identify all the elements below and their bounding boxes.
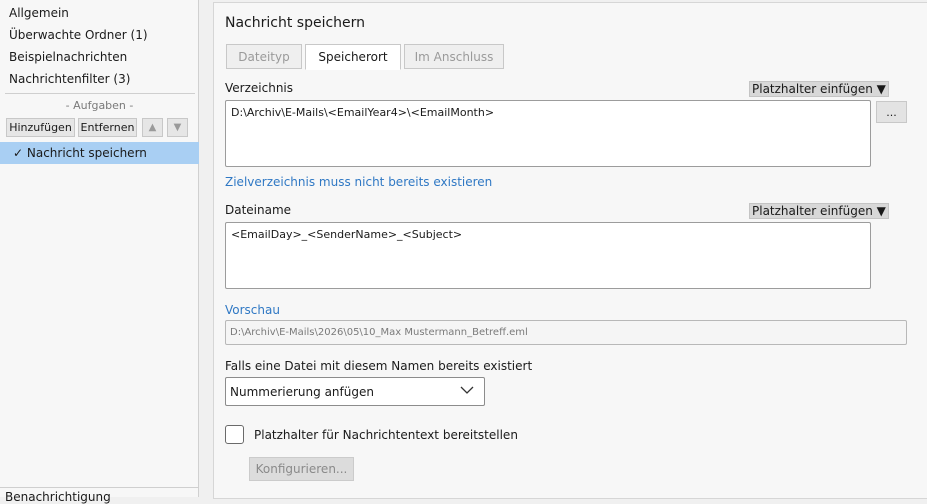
remove-task-button[interactable]: Entfernen [78,118,137,137]
filename-input[interactable]: <EmailDay>_<SenderName>_<Subject> [225,222,871,289]
browse-button[interactable]: ... [876,101,907,123]
task-item-label: ✓ Nachricht speichern [13,146,147,160]
directory-hint-link[interactable]: Zielverzeichnis muss nicht bereits exist… [225,175,492,189]
page-title: Nachricht speichern [225,15,366,31]
filename-insert-placeholder-button[interactable]: Platzhalter einfügen ▼ [749,203,889,219]
sidebar-item-sample-messages[interactable]: Beispielnachrichten [9,50,127,64]
sidebar-item-message-filters[interactable]: Nachrichtenfilter (3) [9,72,130,86]
configure-button[interactable]: Konfigurieren... [249,457,354,481]
directory-label: Verzeichnis [225,81,294,95]
sidebar-bottom-divider [0,487,199,488]
preview-label: Vorschau [225,303,280,317]
file-exists-select[interactable]: Nummerierung anfügen [225,377,485,406]
tab-storage-location[interactable]: Speicherort [305,44,401,70]
move-down-icon[interactable]: ▼ [167,118,188,137]
sidebar-item-notification[interactable]: Benachrichtigung [5,490,111,504]
directory-insert-placeholder-button[interactable]: Platzhalter einfügen ▼ [749,81,889,97]
move-up-icon[interactable]: ▲ [142,118,163,137]
task-item-save-message[interactable]: ✓ Nachricht speichern [0,142,199,164]
chevron-down-icon [460,386,474,394]
provide-placeholder-label: Platzhalter für Nachrichtentext bereitst… [254,428,518,442]
directory-input[interactable]: D:\Archiv\E-Mails\<EmailYear4>\<EmailMon… [225,100,871,167]
sidebar-item-general[interactable]: Allgemein [9,6,69,20]
sidebar-item-watched-folders[interactable]: Überwachte Ordner (1) [9,28,148,42]
sidebar-divider [5,93,195,94]
tab-file-type[interactable]: Dateityp [226,44,302,69]
preview-field: D:\Archiv\E-Mails\2026\05\10_Max Musterm… [225,320,907,345]
tasks-header: - Aufgaben - [65,99,134,112]
file-exists-selected-value: Nummerierung anfügen [230,384,374,399]
add-task-button[interactable]: Hinzufügen [6,118,75,137]
sidebar: Allgemein Überwachte Ordner (1) Beispiel… [0,0,199,504]
filename-label: Dateiname [225,203,292,217]
file-exists-label: Falls eine Datei mit diesem Namen bereit… [225,359,533,373]
provide-placeholder-checkbox[interactable] [225,425,244,444]
tab-afterwards[interactable]: Im Anschluss [404,44,504,69]
